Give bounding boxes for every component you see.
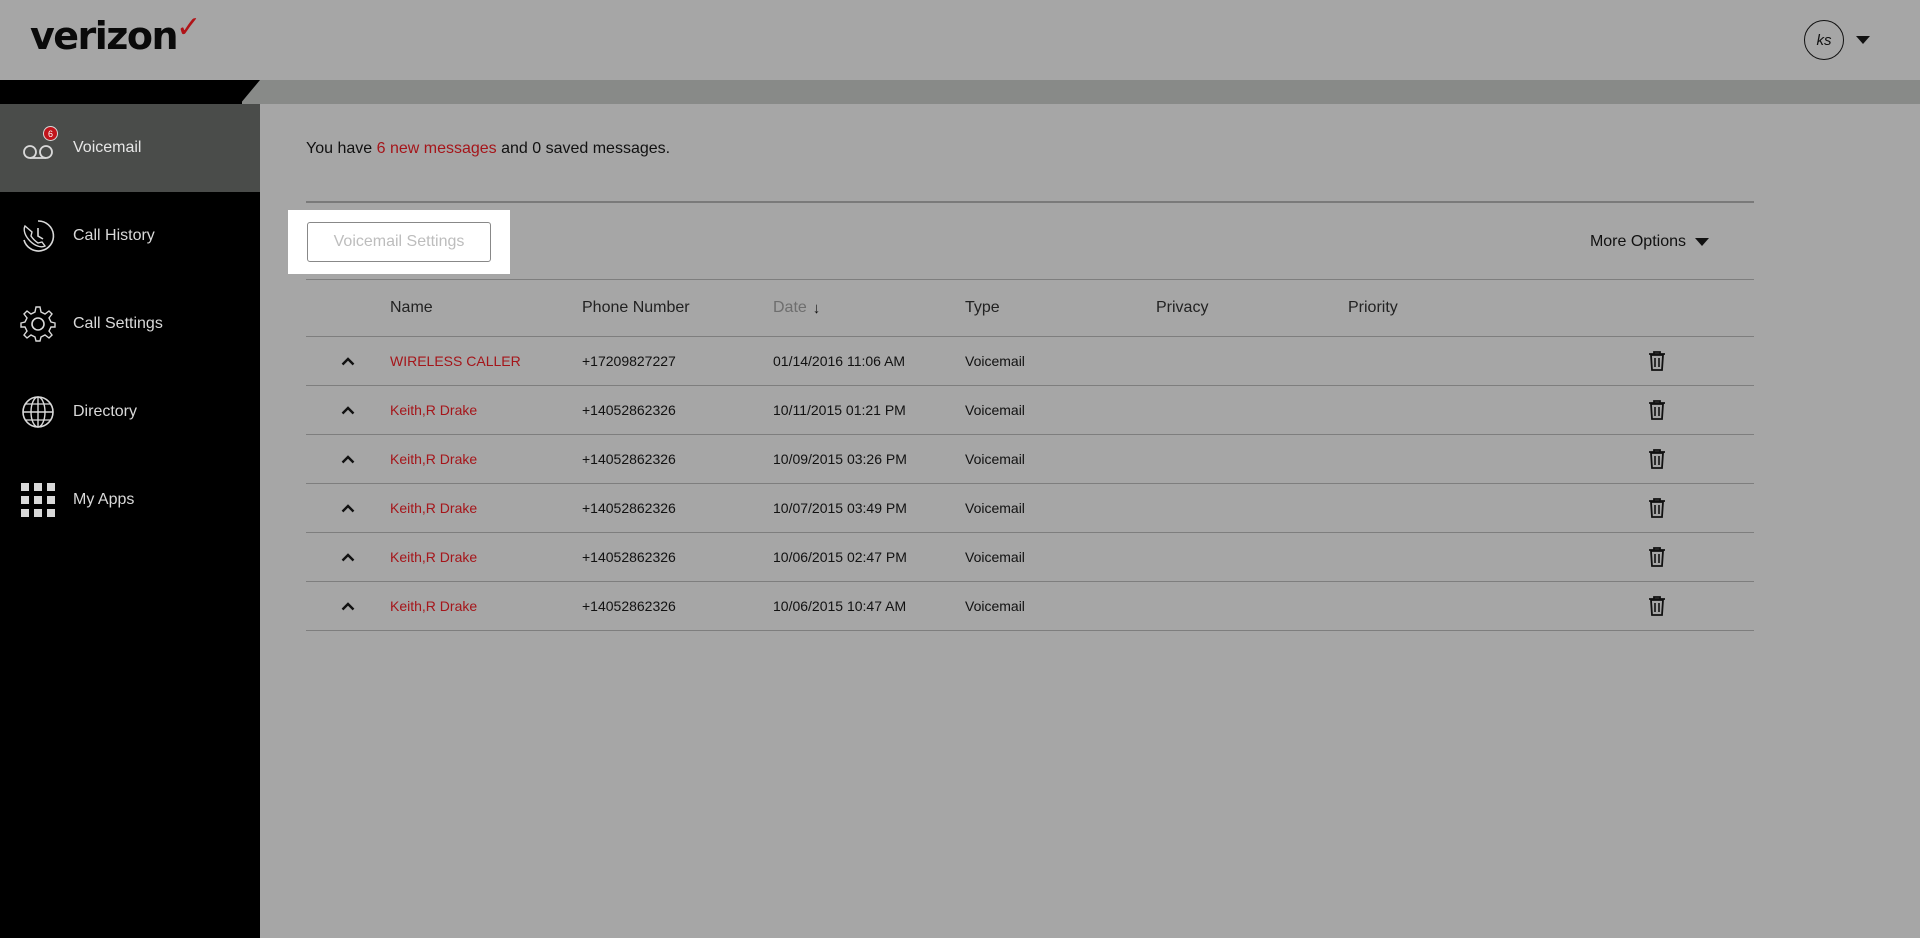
message-type: Voicemail [965,500,1025,516]
message-date: 10/11/2015 01:21 PM [773,402,906,418]
message-date: 10/07/2015 03:49 PM [773,500,907,516]
main-content: You have 6 new messages and 0 saved mess… [288,104,1754,631]
column-header-date[interactable]: Date ↓ [773,299,965,317]
trash-icon[interactable] [1648,350,1666,372]
date-header-label: Date [773,299,807,316]
message-type: Voicemail [965,598,1025,614]
sidebar: 6 Voicemail Call History Call Settings D… [0,104,260,938]
chevron-up-icon[interactable] [341,552,355,562]
logo-check-icon: ✓ [176,10,201,45]
chevron-up-icon[interactable] [341,356,355,366]
sidebar-item-label: Call History [73,227,155,244]
trash-icon[interactable] [1648,399,1666,421]
table-row[interactable]: Keith,R Drake +14052862326 10/06/2015 10… [306,582,1754,631]
voicemail-count-badge: 6 [43,126,58,141]
trash-icon[interactable] [1648,546,1666,568]
voicemail-settings-highlight: Voicemail Settings [288,210,510,274]
column-header-type[interactable]: Type [965,299,1156,317]
sidebar-item-call-history[interactable]: Call History [0,192,260,280]
caller-name[interactable]: WIRELESS CALLER [390,353,582,369]
sidebar-item-label: Call Settings [73,315,163,332]
message-type: Voicemail [965,353,1025,369]
caller-name[interactable]: Keith,R Drake [390,549,582,565]
table-row[interactable]: Keith,R Drake +14052862326 10/11/2015 01… [306,386,1754,435]
verizon-logo[interactable]: verizon✓ [30,10,201,58]
avatar[interactable]: ks [1804,20,1844,60]
table-row[interactable]: Keith,R Drake +14052862326 10/09/2015 03… [306,435,1754,484]
column-header-name[interactable]: Name [390,299,582,317]
call-history-icon [20,218,56,254]
sidebar-item-my-apps[interactable]: My Apps [0,456,260,544]
phone-number: +14052862326 [582,451,676,467]
trash-icon[interactable] [1648,448,1666,470]
column-header-phone[interactable]: Phone Number [582,299,773,317]
sidebar-item-label: Voicemail [73,139,142,156]
chevron-up-icon[interactable] [341,601,355,611]
sidebar-item-call-settings[interactable]: Call Settings [0,280,260,368]
table-row[interactable]: WIRELESS CALLER +17209827227 01/14/2016 … [306,337,1754,386]
column-header-privacy[interactable]: Privacy [1156,299,1348,317]
phone-number: +14052862326 [582,598,676,614]
table-row[interactable]: Keith,R Drake +14052862326 10/06/2015 02… [306,533,1754,582]
strip-notch [240,80,260,104]
caller-name[interactable]: Keith,R Drake [390,598,582,614]
apps-grid-icon [20,482,56,518]
chevron-up-icon[interactable] [341,405,355,415]
summary-prefix: You have [306,140,377,157]
table-row[interactable]: Keith,R Drake +14052862326 10/07/2015 03… [306,484,1754,533]
voicemail-table-body: WIRELESS CALLER +17209827227 01/14/2016 … [306,337,1754,631]
voicemail-icon: 6 [20,126,58,166]
chevron-down-icon[interactable] [1856,36,1870,44]
trash-icon[interactable] [1648,595,1666,617]
message-date: 10/06/2015 02:47 PM [773,549,907,565]
sidebar-item-label: My Apps [73,491,135,508]
chevron-down-icon [1695,238,1709,246]
voicemail-settings-button[interactable]: Voicemail Settings [307,222,491,262]
strip-left [0,80,242,104]
strip-bar [242,80,1920,104]
gear-icon [20,306,56,342]
user-menu[interactable]: ks [1804,20,1870,60]
new-messages-link[interactable]: 6 new messages [377,140,497,157]
globe-icon [20,394,56,430]
phone-number: +14052862326 [582,549,676,565]
column-header-priority[interactable]: Priority [1348,299,1648,317]
sidebar-item-label: Directory [73,403,138,420]
caller-name[interactable]: Keith,R Drake [390,500,582,516]
table-header: Name Phone Number Date ↓ Type Privacy Pri… [306,280,1754,337]
more-options-dropdown[interactable]: More Options [1590,233,1709,251]
caller-name[interactable]: Keith,R Drake [390,402,582,418]
phone-number: +14052862326 [582,402,676,418]
message-type: Voicemail [965,402,1025,418]
logo-text: verizon [30,14,179,58]
sidebar-item-directory[interactable]: Directory [0,368,260,456]
sort-down-arrow-icon: ↓ [812,299,821,317]
caller-name[interactable]: Keith,R Drake [390,451,582,467]
message-summary: You have 6 new messages and 0 saved mess… [306,140,1754,158]
summary-suffix: and 0 saved messages. [496,140,671,157]
phone-number: +14052862326 [582,500,676,516]
chevron-up-icon[interactable] [341,503,355,513]
message-date: 10/09/2015 03:26 PM [773,451,907,467]
trash-icon[interactable] [1648,497,1666,519]
message-type: Voicemail [965,451,1025,467]
message-date: 10/06/2015 10:47 AM [773,598,907,614]
voicemail-toolbar: Voicemail Settings More Options [288,203,1754,280]
more-options-label: More Options [1589,233,1686,250]
sidebar-item-voicemail[interactable]: 6 Voicemail [0,104,260,192]
message-date: 01/14/2016 11:06 AM [773,353,906,369]
phone-number: +17209827227 [582,353,676,369]
top-header: verizon✓ ks [0,0,1920,80]
chevron-up-icon[interactable] [341,454,355,464]
message-type: Voicemail [965,549,1025,565]
